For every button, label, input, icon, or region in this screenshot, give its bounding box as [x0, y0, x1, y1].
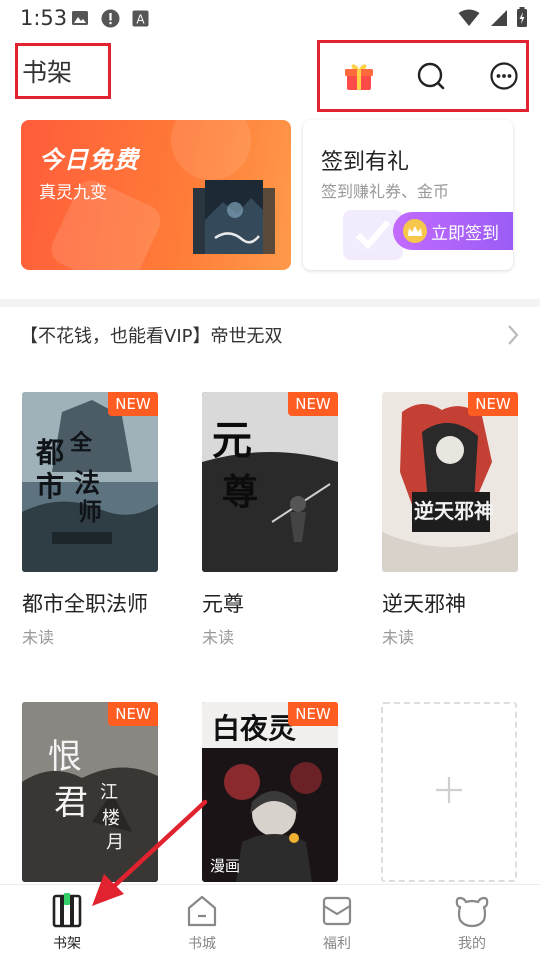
crown-icon: [403, 219, 427, 243]
svg-text:师: 师: [78, 497, 102, 526]
new-badge: NEW: [288, 392, 338, 416]
battery-icon: [516, 7, 528, 32]
tab-label: 书城: [188, 936, 216, 952]
book-title: 逆天邪神: [382, 592, 466, 616]
tab-label: 书架: [53, 936, 81, 952]
svg-text:楼: 楼: [102, 808, 120, 829]
book-item[interactable]: 都 全 市 法 师 NEW 都市全职法师 未读: [22, 392, 162, 662]
svg-text:月: 月: [106, 832, 124, 853]
image-notification-icon: [70, 8, 90, 28]
status-notification-icons: A: [70, 8, 150, 28]
new-badge: NEW: [108, 392, 158, 416]
promo-text: 【不花钱，也能看VIP】帝世无双: [20, 326, 283, 347]
free-book-cover-image: [193, 180, 275, 254]
book-cover[interactable]: 恨 君 江 楼 月 NEW: [22, 702, 158, 882]
tab-bookstore[interactable]: 书城: [162, 893, 242, 957]
book-read-status: 未读: [22, 628, 55, 647]
free-card-title: 今日免费: [39, 146, 139, 174]
header-bar: 书架: [0, 40, 540, 112]
book-cover-image: 逆天邪神: [382, 392, 518, 572]
card-decoration: [171, 120, 251, 180]
tab-profile[interactable]: 我的: [432, 893, 512, 957]
alert-notification-icon: [100, 8, 120, 28]
free-today-card[interactable]: 今日免费 真灵九变: [21, 120, 291, 270]
svg-text:恨: 恨: [48, 737, 82, 777]
sign-card-title: 签到有礼: [321, 150, 410, 175]
sign-card-subtitle: 签到赚礼券、金币: [321, 182, 450, 201]
bear-face-icon: [454, 893, 490, 929]
banner-cards: 今日免费 真灵九变 签到有礼 签到赚礼券、金币 立即签到: [0, 120, 540, 300]
sign-in-button-label: 立即签到: [431, 223, 499, 244]
page-title: 书架: [15, 43, 111, 99]
status-time: 1:53: [20, 6, 68, 30]
svg-text:尊: 尊: [222, 471, 258, 513]
book-item[interactable]: 逆天邪神 NEW 逆天邪神 未读: [382, 392, 522, 662]
svg-text:江: 江: [100, 782, 118, 803]
new-badge: NEW: [288, 702, 338, 726]
svg-text:全: 全: [69, 430, 93, 456]
sign-in-button[interactable]: 立即签到: [393, 212, 513, 250]
promo-banner[interactable]: 【不花钱，也能看VIP】帝世无双: [0, 307, 540, 365]
svg-text:元: 元: [212, 417, 252, 464]
font-notification-icon: A: [130, 8, 150, 28]
home-icon: [184, 893, 220, 929]
header-actions-group: [317, 40, 529, 112]
book-cover-image: 恨 君 江 楼 月: [22, 702, 158, 882]
section-divider: [0, 299, 540, 307]
book-cover[interactable]: 都 全 市 法 师 NEW: [22, 392, 158, 572]
book-read-status: 未读: [382, 628, 415, 647]
book-read-status: 未读: [202, 628, 235, 647]
chevron-right-icon: [506, 323, 520, 351]
svg-text:逆天邪神: 逆天邪神: [414, 499, 494, 523]
bottom-tab-bar: 书架 书城 福利 我的: [0, 884, 540, 961]
status-system-icons: [458, 7, 528, 32]
svg-text:法: 法: [74, 469, 100, 499]
book-cover[interactable]: 元 尊 NEW: [202, 392, 338, 572]
search-icon[interactable]: [414, 59, 448, 93]
free-card-book-name: 真灵九变: [39, 183, 107, 203]
signal-icon: [488, 8, 508, 32]
book-item[interactable]: 元 尊 NEW 元尊 未读: [202, 392, 342, 662]
book-cover[interactable]: 白夜灵 NEW 漫画: [202, 702, 338, 882]
sign-in-card[interactable]: 签到有礼 签到赚礼券、金币 立即签到: [303, 120, 513, 270]
plus-icon: [434, 775, 464, 809]
more-icon[interactable]: [487, 59, 521, 93]
status-bar: 1:53 A: [0, 0, 540, 36]
svg-text:都: 都: [35, 436, 64, 469]
add-book-button[interactable]: [381, 702, 517, 882]
bookshelf-icon: [49, 893, 85, 929]
comic-label: 漫画: [210, 857, 241, 875]
svg-text:A: A: [136, 12, 145, 26]
book-title: 都市全职法师: [22, 592, 148, 616]
svg-text:市: 市: [36, 470, 64, 503]
book-cover[interactable]: 逆天邪神 NEW: [382, 392, 518, 572]
new-badge: NEW: [468, 392, 518, 416]
book-cover-image: 元 尊: [202, 392, 338, 572]
tab-label: 我的: [458, 936, 486, 952]
svg-text:白夜灵: 白夜灵: [212, 712, 296, 745]
svg-text:君: 君: [54, 783, 88, 823]
tab-label: 福利: [323, 936, 351, 952]
gift-icon[interactable]: [342, 59, 376, 93]
book-cover-image: 都 全 市 法 师: [22, 392, 158, 572]
wifi-icon: [458, 8, 480, 32]
tab-bookshelf[interactable]: 书架: [27, 893, 107, 957]
new-badge: NEW: [108, 702, 158, 726]
tab-benefits[interactable]: 福利: [297, 893, 377, 957]
envelope-icon: [319, 893, 355, 929]
book-title: 元尊: [202, 592, 244, 616]
